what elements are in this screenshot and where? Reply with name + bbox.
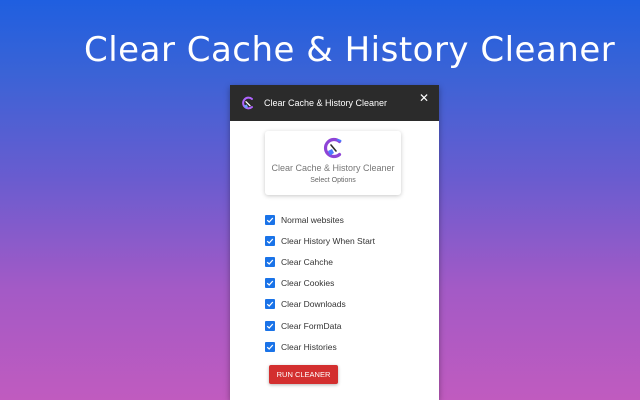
check-icon <box>266 323 274 329</box>
card-subtitle: Select Options <box>310 177 356 184</box>
option-label: Clear Cahche <box>281 256 333 267</box>
option-label: Clear Cookies <box>281 278 335 289</box>
options-list: Normal websites Clear History When Start… <box>265 209 375 357</box>
check-icon <box>266 344 274 350</box>
hero-title: Clear Cache & History Cleaner <box>84 30 616 70</box>
option-normal-websites[interactable]: Normal websites <box>265 209 375 230</box>
broom-c-logo-icon <box>323 137 342 159</box>
checkbox[interactable] <box>265 299 275 310</box>
option-label: Clear FormData <box>281 320 342 331</box>
option-clear-cache[interactable]: Clear Cahche <box>265 251 375 272</box>
option-label: Clear Histories <box>281 341 337 352</box>
popup-header-title: Clear Cache & History Cleaner <box>264 98 388 108</box>
app-info-card: Clear Cache & History Cleaner Select Opt… <box>265 131 401 195</box>
option-clear-cookies[interactable]: Clear Cookies <box>265 273 375 294</box>
run-cleaner-button[interactable]: RUN CLEANER <box>269 365 338 384</box>
checkbox[interactable] <box>265 256 275 267</box>
option-clear-history-when-start[interactable]: Clear History When Start <box>265 230 375 251</box>
extension-popup: Clear Cache & History Cleaner ✕ Clear Ca… <box>230 85 439 400</box>
option-clear-histories[interactable]: Clear Histories <box>265 336 375 357</box>
checkbox[interactable] <box>265 235 275 246</box>
check-icon <box>266 280 274 287</box>
close-icon[interactable]: ✕ <box>417 91 431 105</box>
option-label: Clear History When Start <box>281 235 375 246</box>
option-clear-formdata[interactable]: Clear FormData <box>265 315 375 336</box>
check-icon <box>266 217 274 223</box>
check-icon <box>266 238 274 244</box>
option-clear-downloads[interactable]: Clear Downloads <box>265 294 375 315</box>
card-title: Clear Cache & History Cleaner <box>271 163 395 173</box>
checkbox[interactable] <box>265 214 275 225</box>
popup-header: Clear Cache & History Cleaner ✕ <box>230 85 439 121</box>
check-icon <box>266 259 274 265</box>
option-label: Normal websites <box>281 214 344 225</box>
option-label: Clear Downloads <box>281 299 346 310</box>
broom-c-logo-icon <box>242 96 253 110</box>
check-icon <box>266 301 274 308</box>
checkbox[interactable] <box>265 341 275 352</box>
checkbox[interactable] <box>265 320 275 331</box>
checkbox[interactable] <box>265 278 275 289</box>
